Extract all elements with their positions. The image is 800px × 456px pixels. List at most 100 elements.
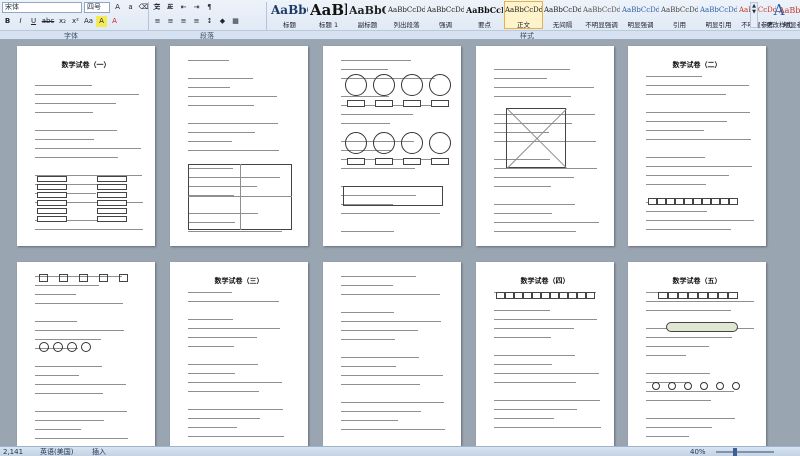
style-sample: AaBbCcDd	[622, 6, 659, 14]
style-name: 强调	[439, 21, 452, 29]
bullets-icon[interactable]: ☰	[152, 2, 163, 13]
style-tile[interactable]: AaBbC 标题	[270, 1, 309, 29]
page-thumbnail[interactable]: 数学试卷（一）	[17, 46, 155, 246]
number-cell	[675, 198, 684, 205]
style-sample: AaBbCcDd	[700, 6, 737, 14]
zoom-thumb[interactable]	[733, 448, 737, 456]
style-tile[interactable]: AaBbCcDd 不明显强调	[582, 1, 621, 29]
number-cell	[658, 292, 668, 299]
text-line	[494, 364, 552, 365]
style-tile[interactable]: AaBbCcDd 无间隔	[543, 1, 582, 29]
gallery-scroll[interactable]: ▲ ▼	[750, 2, 758, 28]
font-name-combo[interactable]: 宋体	[2, 2, 82, 13]
show-marks-icon[interactable]: ¶	[204, 2, 215, 13]
number-cell	[532, 292, 541, 299]
numbering-icon[interactable]: ☰	[165, 2, 176, 13]
zoom-level[interactable]: 40%	[690, 447, 706, 456]
align-right-icon[interactable]: ≡	[178, 16, 189, 27]
circle-shape	[39, 342, 49, 352]
shading-icon[interactable]: ◆	[217, 16, 228, 27]
strikethrough-icon[interactable]: abc	[41, 16, 55, 27]
style-name: 不明显强调	[585, 21, 618, 29]
number-cell	[729, 198, 738, 205]
answer-box	[37, 176, 67, 182]
change-styles-button[interactable]: A 更改样式	[760, 1, 798, 29]
text-line	[341, 123, 390, 124]
change-case-icon[interactable]: Aa	[83, 16, 94, 27]
answer-box	[37, 184, 67, 190]
bold-icon[interactable]: B	[2, 16, 13, 27]
paragraph-controls: ≡ ≡ ≡ ≡ ↕ ◆ ▦	[152, 16, 241, 27]
borders-icon[interactable]: ▦	[230, 16, 241, 27]
grow-font-icon[interactable]: A	[112, 2, 123, 13]
zoom-slider[interactable]	[716, 451, 774, 453]
style-tile[interactable]: AaBl 标题 1	[309, 1, 348, 29]
shrink-font-icon[interactable]: a	[125, 2, 136, 13]
text-line	[494, 213, 552, 214]
justify-icon[interactable]: ≡	[191, 16, 202, 27]
page-thumbnail[interactable]	[476, 46, 614, 246]
text-line	[494, 168, 597, 169]
circle-shape	[668, 382, 676, 390]
number-cell	[577, 292, 586, 299]
page-title: 数学试卷（一）	[61, 61, 111, 69]
subscript-icon[interactable]: x₂	[57, 16, 68, 27]
number-cell	[586, 292, 595, 299]
highlight-icon[interactable]: A	[96, 16, 107, 27]
style-tile[interactable]: AaBbCcD 要点	[465, 1, 504, 29]
superscript-icon[interactable]: x²	[70, 16, 81, 27]
page-thumbnail[interactable]: 数学试卷（四）	[476, 262, 614, 446]
shape-box	[119, 274, 128, 282]
styles-gallery: AaBbC标题AaBl标题 1AaBbC副标题AaBbCcDd列出段落AaBbC…	[270, 1, 800, 29]
text-line	[494, 310, 550, 311]
align-center-icon[interactable]: ≡	[165, 16, 176, 27]
align-left-icon[interactable]: ≡	[152, 16, 163, 27]
style-tile[interactable]: AaBbCcDd 强调	[426, 1, 465, 29]
document-workspace[interactable]: 数学试卷（一） 数学试卷（二） 数学试卷（三） 数学试卷（四） 数学试卷（五）	[0, 40, 800, 446]
line-spacing-icon[interactable]: ↕	[204, 16, 215, 27]
time-box	[431, 100, 449, 107]
clock-face	[345, 132, 367, 154]
page-thumbnail[interactable]	[323, 262, 461, 446]
answer-box	[97, 216, 127, 222]
time-box	[347, 158, 365, 165]
text-line	[494, 355, 575, 356]
style-tile[interactable]: AaBbCcDd 明显强调	[621, 1, 660, 29]
style-name: 无间隔	[552, 21, 573, 29]
style-tile[interactable]: AaBbCcDd 明显引用	[699, 1, 738, 29]
increase-indent-icon[interactable]: ⇥	[191, 2, 202, 13]
circle-shape	[652, 382, 660, 390]
text-line	[494, 231, 576, 232]
text-line	[188, 105, 254, 106]
style-tile[interactable]: AaBbCcDd 正文	[504, 1, 543, 29]
insert-mode-indicator[interactable]: 插入	[92, 447, 106, 456]
page-thumbnail[interactable]: 数学试卷（二）	[628, 46, 766, 246]
italic-icon[interactable]: I	[15, 16, 26, 27]
page-indicator[interactable]: 2,141	[3, 447, 23, 456]
page-title: 数学试卷（三）	[214, 277, 264, 285]
language-indicator[interactable]: 英语(美国)	[40, 447, 73, 456]
shape-box	[59, 274, 68, 282]
font-color-icon[interactable]: A	[109, 16, 120, 27]
page-thumbnail[interactable]: 数学试卷（三）	[170, 262, 308, 446]
text-line	[494, 337, 551, 338]
page-thumbnail[interactable]	[17, 262, 155, 446]
text-line	[494, 373, 599, 374]
clock-face	[345, 74, 367, 96]
style-tile[interactable]: AaBbCcDd 引用	[660, 1, 699, 29]
answer-box	[97, 200, 127, 206]
style-tile[interactable]: AaBbCcDd 列出段落	[387, 1, 426, 29]
text-line	[35, 393, 103, 394]
answer-box	[37, 208, 67, 214]
style-tile[interactable]: AaBbC 副标题	[348, 1, 387, 29]
decrease-indent-icon[interactable]: ⇤	[178, 2, 189, 13]
page-thumbnail[interactable]: 数学试卷（五）	[628, 262, 766, 446]
text-line	[35, 321, 77, 322]
text-line	[35, 130, 117, 131]
page-thumbnail[interactable]	[323, 46, 461, 246]
font-size-combo[interactable]: 四号	[84, 2, 110, 13]
text-line	[494, 186, 551, 187]
text-line	[35, 229, 143, 230]
page-thumbnail[interactable]	[170, 46, 308, 246]
underline-icon[interactable]: U	[28, 16, 39, 27]
